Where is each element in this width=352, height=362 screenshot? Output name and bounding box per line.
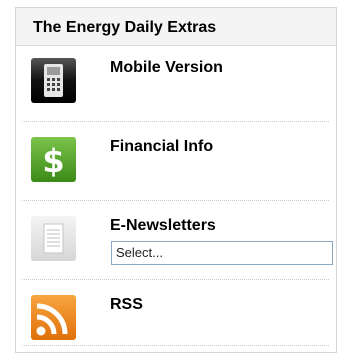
widget-header: The Energy Daily Extras [16,8,336,46]
newsletter-icon[interactable] [31,216,76,261]
svg-text:$: $ [42,142,64,180]
rss-icon[interactable] [31,295,76,340]
list-item-rss[interactable]: RSS [16,279,336,362]
bottom-divider [22,345,329,346]
dollar-icon[interactable]: $ [31,137,76,182]
newsletter-select[interactable]: Select... [111,241,333,265]
list-item-mobile-version[interactable]: Mobile Version [16,46,336,125]
widget-title: The Energy Daily Extras [33,19,217,36]
financial-info-link[interactable]: Financial Info [110,137,213,157]
e-newsletters-link[interactable]: E-Newsletters [110,216,216,236]
mobile-version-link[interactable]: Mobile Version [110,58,223,78]
extras-list: Mobile Version $ Financial Info E-Newsle… [16,46,336,362]
mobile-phone-icon[interactable] [31,58,76,103]
list-item-e-newsletters[interactable]: E-Newsletters Select... [16,200,336,283]
extras-widget: The Energy Daily Extras Mobile Version $… [15,7,337,353]
rss-link[interactable]: RSS [110,295,143,315]
list-item-financial-info[interactable]: $ Financial Info [16,121,336,204]
